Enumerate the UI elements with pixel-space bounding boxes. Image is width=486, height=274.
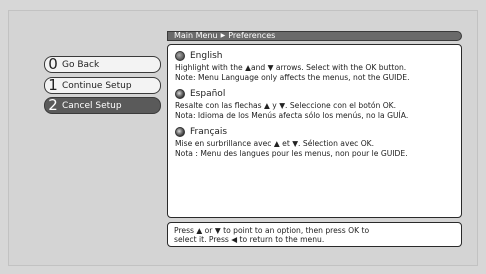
radio-icon[interactable] (175, 127, 185, 137)
description-line: Nota : Menu des langues pour les menus, … (175, 148, 408, 158)
breadcrumb-arrow-icon: ▶ (220, 32, 226, 39)
cancel-setup-button[interactable]: 2 Cancel Setup (44, 97, 161, 114)
breadcrumb-page: Preferences (228, 31, 276, 40)
button-number: 1 (48, 77, 58, 94)
description-line: Mise en surbrillance avec ▲ et ▼. Sélect… (175, 139, 375, 148)
language-description: Mise en surbrillance avec ▲ et ▼. Sélect… (175, 139, 454, 158)
description-line: Highlight with the ▲and ▼ arrows. Select… (175, 63, 407, 72)
continue-setup-button[interactable]: 1 Continue Setup (44, 77, 161, 94)
go-back-button[interactable]: 0 Go Back (44, 56, 161, 73)
breadcrumb: Main Menu ▶ Preferences (167, 31, 462, 41)
button-number: 2 (48, 97, 58, 114)
language-description: Resalte con las flechas ▲ y ▼. Seleccion… (175, 101, 454, 120)
language-name: Français (190, 127, 228, 137)
button-number: 0 (48, 56, 58, 73)
button-label: Cancel Setup (62, 100, 122, 111)
description-line: Resalte con las flechas ▲ y ▼. Seleccion… (175, 101, 397, 110)
language-option-header[interactable]: Français (175, 127, 454, 137)
radio-icon[interactable] (175, 89, 185, 99)
language-option-header[interactable]: English (175, 51, 454, 61)
description-line: Nota: Idioma de los Menús afecta sólo lo… (175, 110, 409, 120)
language-name: English (190, 51, 223, 61)
help-line: Press ▲ or ▼ to point to an option, then… (174, 226, 370, 235)
radio-icon[interactable] (175, 51, 185, 61)
description-line: Note: Menu Language only affects the men… (175, 72, 410, 82)
breadcrumb-root: Main Menu (174, 31, 218, 40)
language-options-panel: English Highlight with the ▲and ▼ arrows… (167, 44, 462, 218)
button-label: Continue Setup (62, 80, 132, 91)
help-text-panel: Press ▲ or ▼ to point to an option, then… (167, 222, 462, 247)
language-description: Highlight with the ▲and ▼ arrows. Select… (175, 63, 454, 82)
language-option-header[interactable]: Español (175, 89, 454, 99)
language-option-espanol[interactable]: Español Resalte con las flechas ▲ y ▼. S… (175, 89, 454, 120)
button-label: Go Back (62, 59, 100, 70)
language-option-francais[interactable]: Français Mise en surbrillance avec ▲ et … (175, 127, 454, 158)
help-line: select it. Press ◀ to return to the menu… (174, 235, 325, 244)
language-option-english[interactable]: English Highlight with the ▲and ▼ arrows… (175, 51, 454, 82)
language-name: Español (190, 89, 226, 99)
